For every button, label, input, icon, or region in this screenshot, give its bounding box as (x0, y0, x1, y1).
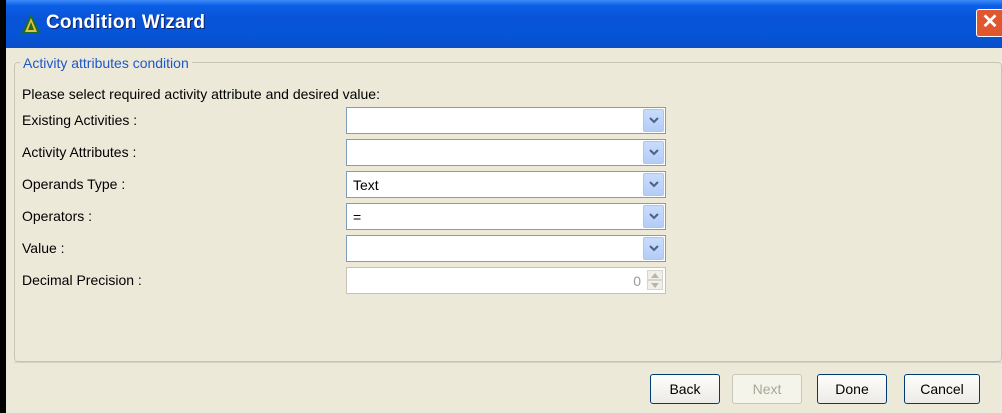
existing-activities-dropdown[interactable] (346, 107, 666, 134)
value-label: Value : (22, 240, 65, 256)
chevron-down-icon[interactable] (643, 141, 664, 164)
operands-type-label: Operands Type : (22, 176, 126, 192)
activity-attributes-label: Activity Attributes : (22, 144, 137, 160)
activity-attributes-dropdown[interactable] (346, 139, 666, 166)
decimal-precision-value: 0 (633, 273, 641, 289)
close-icon: ✕ (981, 11, 999, 33)
back-button[interactable]: Back (650, 374, 720, 404)
operands-type-value: Text (353, 177, 379, 193)
footer-divider (14, 362, 1002, 363)
chevron-down-icon[interactable] (643, 237, 664, 260)
decimal-precision-stepper[interactable]: 0 (346, 267, 666, 294)
operators-dropdown[interactable]: = (346, 203, 666, 230)
condition-wizard-window: Condition Wizard ✕ Activity attributes c… (0, 0, 1002, 413)
spin-up-icon[interactable] (647, 270, 663, 280)
operands-type-dropdown[interactable]: Text (346, 171, 666, 198)
spin-down-icon[interactable] (647, 280, 663, 290)
instruction-text: Please select required activity attribut… (22, 86, 380, 102)
app-logo-icon (20, 13, 42, 35)
next-button[interactable]: Next (732, 374, 802, 404)
group-legend: Activity attributes condition (20, 55, 192, 71)
spinner-buttons (647, 270, 663, 291)
decimal-precision-label: Decimal Precision : (22, 272, 142, 288)
title-bar[interactable]: Condition Wizard ✕ (6, 0, 1002, 48)
cancel-button[interactable]: Cancel (904, 374, 980, 404)
chevron-down-icon[interactable] (643, 173, 664, 196)
done-button[interactable]: Done (817, 374, 887, 404)
operators-value: = (353, 209, 362, 225)
close-button[interactable]: ✕ (976, 9, 1002, 37)
existing-activities-label: Existing Activities : (22, 112, 138, 128)
chevron-down-icon[interactable] (643, 205, 664, 228)
window-title: Condition Wizard (46, 12, 206, 33)
chevron-down-icon[interactable] (643, 109, 664, 132)
dialog-content: Activity attributes condition Please sel… (6, 48, 1002, 413)
value-dropdown[interactable] (346, 235, 666, 262)
operators-label: Operators : (22, 208, 93, 224)
